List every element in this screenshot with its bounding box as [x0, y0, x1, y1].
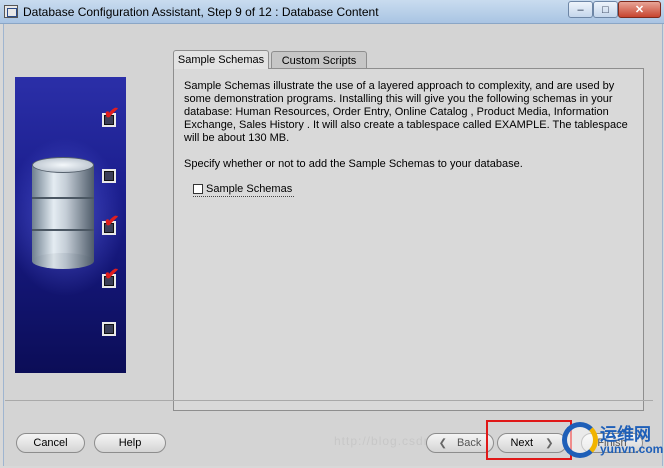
sample-schemas-prompt: Specify whether or not to add the Sample…	[184, 158, 523, 170]
checkmark-icon: ✔	[102, 263, 121, 285]
sample-schemas-checkbox-row[interactable]: Sample Schemas	[193, 181, 295, 197]
database-cylinder-icon	[32, 157, 94, 269]
cancel-button[interactable]: Cancel	[16, 433, 85, 453]
title-bar: Database Configuration Assistant, Step 9…	[0, 0, 664, 24]
logo-domain: yunvn.com	[600, 442, 664, 456]
tab-panel: Sample Schemas illustrate the use of a l…	[173, 68, 644, 411]
step-indicator-box	[102, 322, 116, 336]
back-button[interactable]: ❮ Back	[426, 433, 494, 453]
back-button-label: Back	[456, 437, 482, 449]
sample-schemas-checkbox-label[interactable]: Sample Schemas	[206, 183, 292, 195]
step-indicator-box	[102, 169, 116, 183]
window-title: Database Configuration Assistant, Step 9…	[23, 5, 379, 19]
divider	[5, 400, 653, 401]
sample-schemas-checkbox[interactable]	[193, 183, 203, 194]
cylinder-band	[32, 229, 94, 231]
close-button[interactable]: ✕	[618, 1, 661, 18]
maximize-button[interactable]: □	[593, 1, 618, 18]
site-logo: 运维网 yunvn.com	[560, 418, 664, 466]
step-progress-graphic: ✔ ✔ ✔	[15, 77, 126, 373]
app-icon	[4, 5, 18, 18]
chevron-right-icon: ❯	[545, 437, 554, 449]
next-button[interactable]: Next ❯	[497, 433, 567, 453]
tab-sample-schemas[interactable]: Sample Schemas	[173, 50, 269, 69]
chevron-left-icon: ❮	[438, 437, 447, 449]
cylinder-body	[32, 165, 94, 261]
next-button-label: Next	[510, 437, 534, 449]
tab-custom-scripts[interactable]: Custom Scripts	[271, 51, 367, 69]
cylinder-bottom	[32, 253, 94, 269]
cylinder-band	[32, 197, 94, 199]
checkmark-icon: ✔	[102, 210, 121, 232]
cylinder-top	[32, 157, 94, 173]
logo-ring-icon	[562, 422, 598, 458]
checkmark-icon: ✔	[102, 102, 121, 124]
help-button[interactable]: Help	[94, 433, 166, 453]
sample-schemas-description: Sample Schemas illustrate the use of a l…	[184, 80, 628, 144]
minimize-button[interactable]: –	[568, 1, 593, 18]
